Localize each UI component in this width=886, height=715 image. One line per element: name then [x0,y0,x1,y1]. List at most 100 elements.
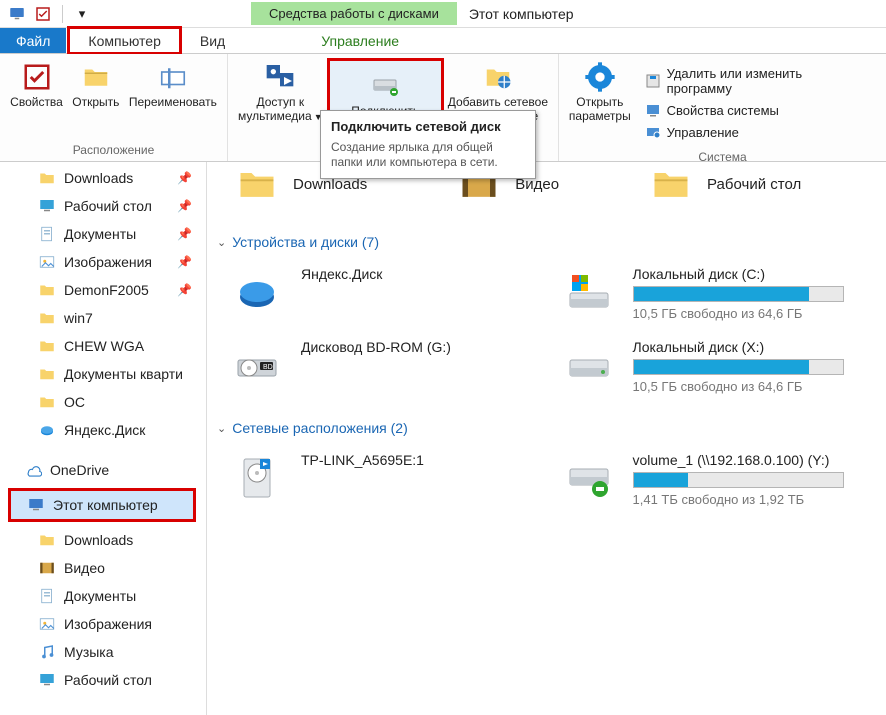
drive-item[interactable]: BDДисковод BD-ROM (G:) [215,331,547,404]
uninstall-program-link[interactable]: Удалить или изменить программу [645,66,870,96]
media-icon [263,60,297,94]
main-area: Downloads📌Рабочий стол📌Документы📌Изображ… [0,162,886,715]
sidebar-item[interactable]: Музыка [0,638,206,666]
drive-item[interactable]: Локальный диск (X:)10,5 ГБ свободно из 6… [547,331,879,404]
label-line1: Открыть [576,96,623,110]
pin-icon: 📌 [177,227,192,241]
pin-icon: 📌 [177,199,192,213]
network-locations-grid: TP-LINK_A5695E:1volume_1 (\\192.168.0.10… [215,444,878,517]
label: win7 [64,310,93,326]
pin-icon: 📌 [177,255,192,269]
open-settings-button[interactable]: Открыть параметры [565,58,635,148]
folder-icon [38,365,56,383]
yadisk-icon [231,266,283,318]
tooltip-body: Создание ярлыка для общей папки или комп… [331,140,525,170]
sidebar-item[interactable]: Рабочий стол📌 [0,192,206,220]
sidebar-item[interactable]: OC [0,388,206,416]
desktop-icon [38,197,56,215]
sidebar-item[interactable]: Downloads [0,526,206,554]
drive-item[interactable]: volume_1 (\\192.168.0.100) (Y:)1,41 ТБ с… [547,444,879,517]
label: Изображения [64,616,152,632]
sidebar-item[interactable]: Яндекс.Диск [0,416,206,444]
navigation-pane[interactable]: Downloads📌Рабочий стол📌Документы📌Изображ… [0,162,207,715]
drive-item[interactable]: TP-LINK_A5695E:1 [215,444,547,517]
section-devices-header[interactable]: ⌄ Устройства и диски (7) [215,218,878,258]
tab-file[interactable]: Файл [0,28,66,53]
label: Видео [64,560,105,576]
tab-view[interactable]: Вид [182,28,243,53]
highlight-box: Этот компьютер [8,488,196,522]
sidebar-quick-access-list: Downloads📌Рабочий стол📌Документы📌Изображ… [0,164,206,444]
folder-icon [38,531,56,549]
sidebar-item-onedrive[interactable]: OneDrive [0,456,206,484]
label: Управление [667,125,739,140]
label: Downloads [64,170,133,186]
drive-info: Яндекс.Диск [301,266,541,286]
system-properties-link[interactable]: Свойства системы [645,102,870,118]
onedrive-icon [24,461,42,479]
sidebar-item[interactable]: Рабочий стол [0,666,206,694]
drives-grid: Яндекс.Диск Локальный диск (C:)10,5 ГБ св… [215,258,878,404]
properties-icon [20,60,54,94]
label: Документы [64,226,136,242]
open-icon [79,60,113,94]
drive-name: Дисковод BD-ROM (G:) [301,339,513,355]
drive-name: volume_1 (\\192.168.0.100) (Y:) [633,452,845,468]
sidebar-item[interactable]: Видео [0,554,206,582]
network-location-icon [481,60,515,94]
sidebar-item[interactable]: CHEW WGA [0,332,206,360]
tab-computer[interactable]: Компьютер [67,26,181,55]
music-icon [38,643,56,661]
rename-button[interactable]: Переименовать [125,58,221,112]
sidebar-item[interactable]: Документы 📌 [0,220,206,248]
title-bar: ▾ Средства работы с дисками Этот компьют… [0,0,886,28]
media-device-icon [231,452,283,504]
sidebar-item[interactable]: Downloads 📌 [0,164,206,192]
sidebar-item[interactable]: Изображения📌 [0,248,206,276]
sidebar-item[interactable]: win7 [0,304,206,332]
sidebar-item[interactable]: Документы [0,582,206,610]
contextual-tab-title: Средства работы с дисками [251,2,457,25]
qat-dropdown[interactable]: ▾ [71,3,93,25]
sidebar-item[interactable]: Изображения [0,610,206,638]
sidebar-item-this-pc[interactable]: Этот компьютер [11,491,193,519]
top-folders-row: DownloadsВидеоРабочий стол [215,162,878,218]
media-access-button[interactable]: Доступ к мультимедиа▼ [234,58,327,126]
section-netloc-header[interactable]: ⌄ Сетевые расположения (2) [215,404,878,444]
open-button[interactable]: Открыть [67,58,125,112]
desktop-icon [38,671,56,689]
tab-manage[interactable]: Управление [293,28,427,53]
qat-monitor-icon[interactable] [6,3,28,25]
chevron-down-icon: ⌄ [217,236,226,249]
label: Удалить или изменить программу [667,66,870,96]
label-line1: Доступ к [256,96,304,110]
label: OC [64,394,85,410]
label: Свойства [10,96,63,110]
network-drive-icon [368,69,402,103]
drive-info: Дисковод BD-ROM (G:) [301,339,541,359]
label: Этот компьютер [53,497,158,513]
qat-properties-icon[interactable] [32,3,54,25]
label: OneDrive [50,462,109,478]
pin-icon: 📌 [177,171,192,185]
label: Downloads [64,532,133,548]
drive-name: Локальный диск (C:) [633,266,845,282]
content-pane[interactable]: DownloadsВидеоРабочий стол ⌄ Устройства … [207,162,886,715]
folder-item[interactable]: Рабочий стол [649,162,801,206]
drive-info: Локальный диск (X:)10,5 ГБ свободно из 6… [633,339,873,394]
label: Музыка [64,644,114,660]
quick-access-toolbar: ▾ [0,3,93,25]
uninstall-icon [645,73,661,89]
drive-item[interactable]: Локальный диск (C:)10,5 ГБ свободно из 6… [547,258,879,331]
manage-icon [645,124,661,140]
manage-link[interactable]: Управление [645,124,870,140]
drive-name: Яндекс.Диск [301,266,513,282]
label: Документы кварти [64,366,183,382]
hdd-icon [563,339,615,391]
separator [62,5,63,23]
sidebar-item[interactable]: DemonF2005📌 [0,276,206,304]
folder-icon [38,169,56,187]
sidebar-item[interactable]: Документы кварти [0,360,206,388]
drive-item[interactable]: Яндекс.Диск [215,258,547,331]
properties-button[interactable]: Свойства [6,58,67,112]
